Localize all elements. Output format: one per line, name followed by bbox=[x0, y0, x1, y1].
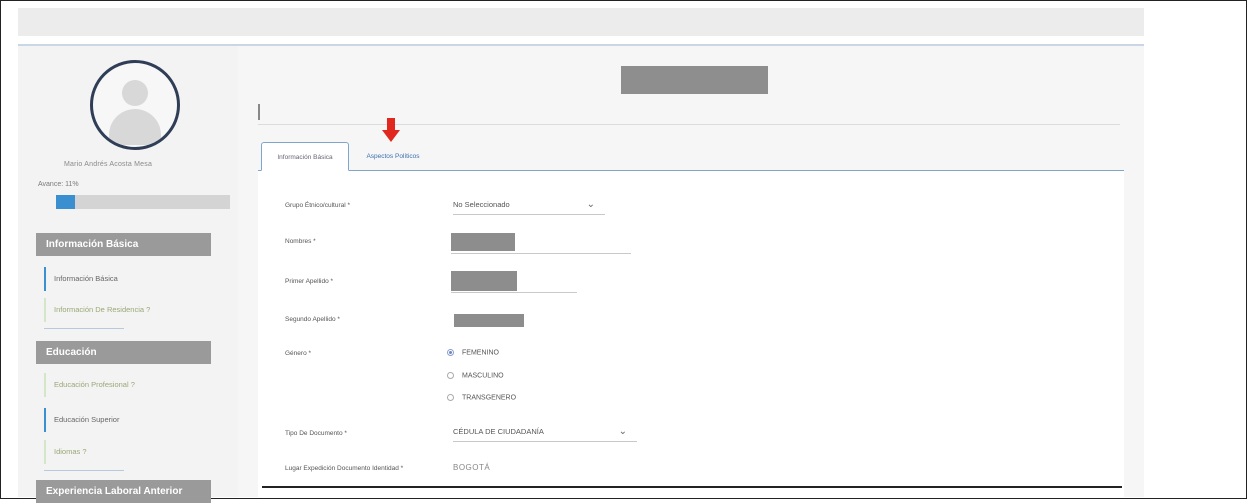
radio-transgenero[interactable]: TRANSGENERO bbox=[447, 394, 516, 401]
radio-femenino-label: FEMENINO bbox=[462, 349, 499, 357]
nav-divider bbox=[44, 470, 124, 471]
tipo-documento-select[interactable]: CÉDULA DE CIUDADANÍA ⌄ bbox=[453, 426, 637, 442]
text-cursor bbox=[258, 104, 260, 120]
avatar[interactable] bbox=[90, 60, 180, 150]
radio-transgenero-label: TRANSGENERO bbox=[462, 394, 517, 402]
tipo-documento-value: CÉDULA DE CIUDADANÍA bbox=[453, 427, 544, 436]
redacted-page-title bbox=[621, 66, 768, 94]
radio-unchecked-icon bbox=[447, 372, 454, 379]
primer-apellido-input[interactable] bbox=[451, 292, 577, 293]
chevron-down-icon: ⌄ bbox=[618, 426, 627, 437]
nombres-input[interactable] bbox=[451, 253, 631, 254]
avatar-body-icon bbox=[109, 109, 161, 145]
progress-label: Avance: 11% bbox=[38, 181, 79, 188]
sidebar-item-idiomas[interactable]: Idiomas ? bbox=[44, 440, 194, 464]
user-name: Mario Andrés Acosta Mesa bbox=[64, 161, 153, 168]
label-primer-apellido: Primer Apellido * bbox=[285, 278, 334, 285]
section-header-informacion-basica[interactable]: Información Básica bbox=[36, 233, 211, 256]
label-tipo-documento: Tipo De Documento * bbox=[285, 430, 347, 437]
sidebar-item-informacion-basica[interactable]: Información Básica bbox=[44, 267, 194, 291]
section-header-educacion[interactable]: Educación bbox=[36, 341, 211, 364]
top-bar bbox=[18, 8, 1144, 36]
sidebar-item-informacion-residencia[interactable]: Información De Residencia ? bbox=[44, 298, 194, 322]
radio-masculino[interactable]: MASCULINO bbox=[447, 372, 504, 379]
grupo-etnico-select[interactable]: No Seleccionado ⌄ bbox=[453, 199, 605, 215]
label-segundo-apellido: Segundo Apellido * bbox=[285, 316, 340, 323]
lugar-expedicion-value[interactable]: BOGOTÁ bbox=[453, 463, 490, 472]
label-lugar-expedicion: Lugar Expedición Documento Identidad * bbox=[285, 465, 404, 472]
progress-bar bbox=[56, 195, 230, 209]
red-arrow-down-icon bbox=[382, 118, 400, 142]
tab-aspectos-politicos[interactable]: Aspectos Políticos bbox=[356, 142, 430, 171]
form-panel bbox=[258, 171, 1124, 497]
chevron-down-icon: ⌄ bbox=[586, 199, 595, 210]
label-grupo-etnico: Grupo Étnico/cultural * bbox=[285, 202, 351, 209]
section-header-experiencia-laboral[interactable]: Experiencia Laboral Anterior bbox=[36, 480, 211, 503]
radio-unchecked-icon bbox=[447, 394, 454, 401]
label-nombres: Nombres * bbox=[285, 238, 316, 245]
sidebar-item-educacion-profesional[interactable]: Educación Profesional ? bbox=[44, 373, 194, 397]
radio-masculino-label: MASCULINO bbox=[462, 372, 504, 380]
radio-checked-icon bbox=[447, 349, 454, 356]
sidebar-item-educacion-superior[interactable]: Educación Superior bbox=[44, 408, 194, 432]
bottom-edge bbox=[262, 486, 1122, 496]
progress-fill bbox=[56, 195, 76, 209]
nav-divider bbox=[44, 328, 124, 329]
redacted-primer-apellido bbox=[451, 271, 517, 291]
grupo-etnico-value: No Seleccionado bbox=[453, 200, 510, 209]
redacted-nombres bbox=[451, 233, 515, 251]
avatar-head-icon bbox=[122, 80, 148, 106]
label-genero: Género * bbox=[285, 350, 312, 357]
tab-informacion-basica[interactable]: Información Básica bbox=[261, 142, 349, 171]
redacted-segundo-apellido bbox=[454, 314, 524, 327]
radio-femenino[interactable]: FEMENINO bbox=[447, 349, 499, 356]
